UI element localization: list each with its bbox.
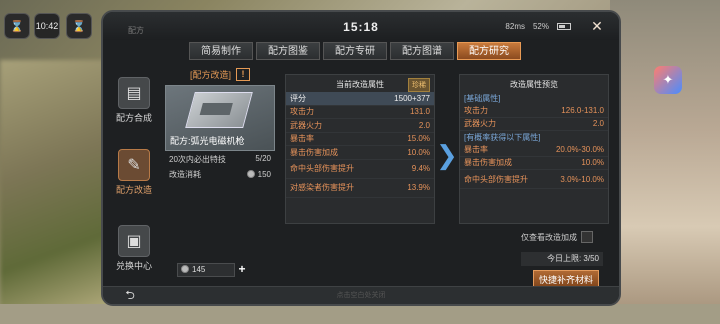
tab-bar: 简易制作 配方图鉴 配方专研 配方图谱 配方研究: [189, 42, 521, 60]
hourglass-icon[interactable]: ⌛: [4, 13, 30, 39]
attr-label: 命中头部伤害提升: [464, 174, 528, 184]
card-header: [配方改造] !: [165, 68, 275, 81]
gamepad-app-icon[interactable]: ✦: [654, 66, 682, 94]
tab-recipe-atlas[interactable]: 配方图谱: [390, 42, 454, 60]
recipe-card: [配方改造] ! 配方:弧光电磁机枪 20次内必出特技 5/20 改造消耗 15…: [165, 68, 275, 188]
title-bar: 配方 15:18 82ms 52% ✕: [103, 12, 619, 40]
attr-row: 暴击伤害加成 10.0%: [286, 146, 434, 160]
notebook-icon: ✎: [118, 149, 150, 181]
recipe-window: 配方 15:18 82ms 52% ✕ 简易制作 配方图鉴 配方专研 配方图谱 …: [101, 10, 621, 306]
tab-recipe-study[interactable]: 配方专研: [323, 42, 387, 60]
bag-icon: ▣: [118, 225, 150, 257]
attr-value: 15.0%: [407, 134, 430, 144]
background-bottom: [0, 304, 720, 324]
weapon-blueprint-image: [185, 92, 253, 128]
attr-label: 暴击伤害加成: [290, 147, 338, 157]
cost-value: 150: [257, 170, 271, 179]
attr-value: 131.0: [409, 107, 430, 117]
attr-row: 武器火力 2.0: [286, 119, 434, 133]
nav-item-exchange[interactable]: ▣ 兑换中心: [107, 225, 161, 272]
hourglass-icon[interactable]: ⌛: [66, 13, 92, 39]
panel-title: 改造属性预览: [510, 80, 558, 89]
attr-value: 10.0%: [407, 147, 430, 157]
attr-label: 命中头部伤害提升: [290, 164, 354, 173]
background-right: [610, 0, 720, 324]
clock-badge: 10:42: [34, 13, 60, 39]
attr-label: 武器火力: [464, 119, 496, 129]
nav-label: 配方改造: [115, 185, 152, 195]
score-value: 1500+377: [394, 93, 430, 103]
attr-value: 10.0%: [581, 158, 604, 168]
section-header-basic: [基础属性]: [464, 94, 501, 103]
card-header-label: [配方改造]: [189, 70, 231, 80]
attr-row: 武器火力 2.0: [460, 118, 608, 131]
attr-value: 126.0-131.0: [561, 105, 604, 115]
battery-icon: [557, 23, 571, 30]
attr-row: 暴击率 20.0%-30.0%: [460, 143, 608, 157]
attr-row: 攻击力 131.0: [286, 106, 434, 119]
attr-row: 暴击伤害加成 10.0%: [460, 157, 608, 170]
close-hint: 点击空白处关闭: [336, 292, 386, 299]
rarity-badge: 珍稀: [408, 78, 430, 92]
attr-value: 2.0: [418, 120, 430, 130]
currency-value: 145: [192, 265, 206, 274]
attr-row: 暴击率 15.0%: [286, 133, 434, 146]
attr-row: 对感染者伤害提升 13.9%: [286, 179, 434, 198]
tab-recipe-research[interactable]: 配方研究: [457, 42, 521, 60]
ping-value: 82ms: [505, 22, 525, 31]
guarantee-row: 20次内必出特技 5/20: [165, 151, 275, 165]
score-row: 评分 1500+377: [286, 92, 434, 106]
gear-coin-icon: [246, 170, 255, 178]
attr-row: 命中头部伤害提升 3.0%-10.0%: [460, 170, 608, 189]
attr-value: 9.4%: [411, 164, 430, 173]
bottom-bar: ⮌ 点击空白处关闭: [103, 286, 619, 304]
side-nav: ▤ 配方合成 ✎ 配方改造 ▣ 兑换中心: [103, 67, 165, 295]
book-icon: ▤: [118, 77, 150, 109]
recipe-item[interactable]: 配方:弧光电磁机枪: [165, 85, 275, 151]
background-left: [0, 60, 110, 324]
score-label: 评分: [290, 93, 306, 103]
guarantee-label: 20次内必出特技: [169, 155, 226, 164]
attr-label: 攻击力: [464, 105, 488, 115]
currency-display: 145: [177, 263, 235, 277]
cost-label: 改造消耗: [169, 170, 201, 179]
add-currency-button[interactable]: +: [236, 263, 248, 277]
only-view-label: 仅查看改造加成: [521, 232, 577, 242]
guarantee-value: 5/20: [255, 154, 271, 163]
nav-item-modify[interactable]: ✎ 配方改造: [107, 149, 161, 196]
section-header-chance: [有概率获得以下属性]: [464, 133, 541, 142]
close-icon[interactable]: ✕: [587, 18, 607, 34]
cost-row: 改造消耗 150: [165, 165, 275, 180]
attr-label: 攻击力: [290, 107, 314, 117]
nav-label: 兑换中心: [115, 261, 152, 271]
battery-value: 52%: [532, 22, 549, 31]
attr-label: 对感染者伤害提升: [290, 183, 354, 192]
attr-label: 暴击率: [464, 144, 488, 154]
tab-recipe-codex[interactable]: 配方图鉴: [256, 42, 320, 60]
item-name: 配方:弧光电磁机枪: [170, 136, 245, 146]
attr-label: 暴击率: [290, 134, 314, 144]
attr-value: 2.0: [592, 119, 604, 129]
nav-item-synthesis[interactable]: ▤ 配方合成: [107, 77, 161, 124]
tab-simple-craft[interactable]: 简易制作: [189, 42, 253, 60]
current-attributes-panel: 当前改造属性 珍稀 评分 1500+377 攻击力 131.0 武器火力 2.0 暴…: [285, 74, 435, 224]
status-area: 82ms 52%: [505, 22, 571, 31]
attr-label: 暴击伤害加成: [464, 158, 512, 168]
nav-label: 配方合成: [115, 113, 152, 123]
attr-label: 武器火力: [290, 120, 322, 130]
preview-attributes-panel: 改造属性预览 [基础属性] 攻击力 126.0-131.0 武器火力 2.0 [有概…: [459, 74, 609, 224]
attr-value: 13.9%: [407, 183, 430, 192]
attr-value: 3.0%-10.0%: [560, 174, 604, 184]
only-view-checkbox[interactable]: [581, 231, 593, 243]
attr-value: 20.0%-30.0%: [555, 144, 604, 154]
attr-row: 命中头部伤害提升 9.4%: [286, 160, 434, 179]
warning-icon[interactable]: !: [236, 68, 250, 81]
only-view-toggle[interactable]: 仅查看改造加成: [521, 231, 593, 243]
attr-row: 攻击力 126.0-131.0: [460, 104, 608, 118]
gear-coin-icon: [181, 265, 189, 273]
chevron-right-icon: ❯: [436, 140, 458, 170]
daily-limit: 今日上限: 3/50: [521, 252, 603, 266]
